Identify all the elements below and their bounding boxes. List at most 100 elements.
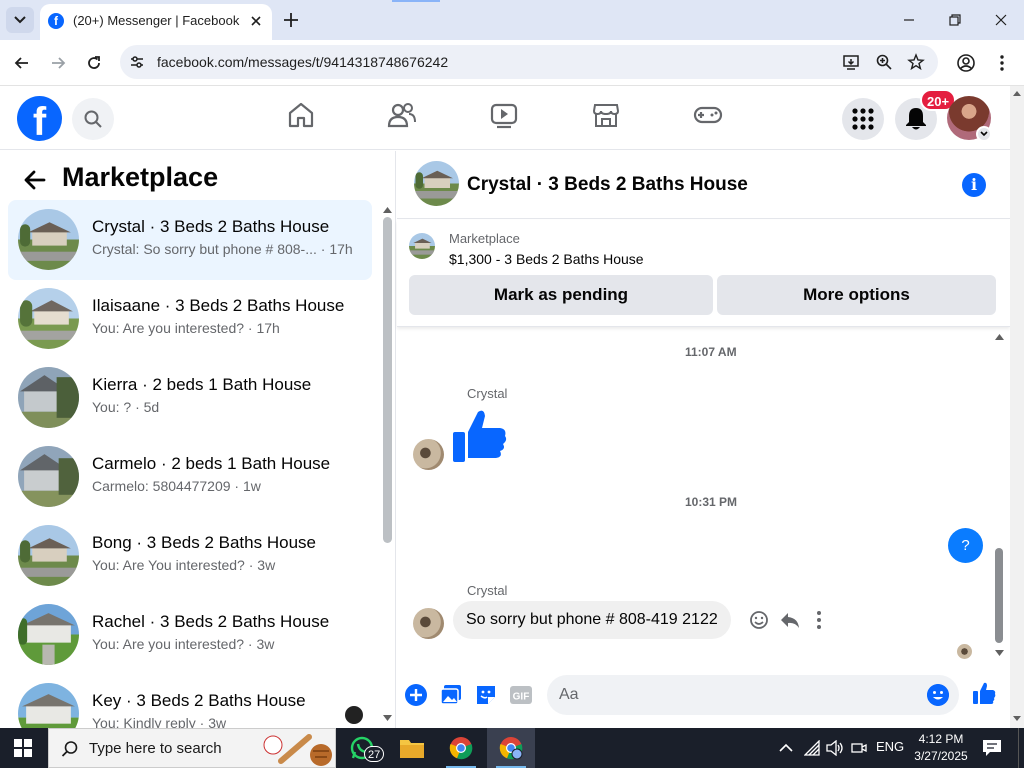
browser-tabstrip: f (20+) Messenger | Facebook [0, 0, 1024, 40]
notification-center-icon[interactable] [982, 739, 1002, 757]
baseball-doodle-icon[interactable] [261, 731, 333, 767]
show-desktop-button[interactable] [1018, 728, 1019, 768]
whatsapp-taskbar-app[interactable]: 27 [340, 728, 386, 768]
chevron-down-icon [980, 131, 988, 137]
conversation-thumbnail [18, 209, 79, 270]
listing-thumbnail[interactable] [409, 233, 435, 259]
scroll-up-arrow-icon[interactable] [1013, 91, 1021, 96]
search-button[interactable] [72, 98, 114, 140]
react-emoji-icon[interactable] [748, 609, 770, 631]
conversation-name: Bong · 3 Beds 2 Baths House [92, 533, 316, 552]
chat-panel: Crystal · 3 Beds 2 Baths House i Marketp… [397, 151, 1010, 728]
more-actions-icon[interactable] [808, 609, 830, 631]
restore-icon[interactable] [945, 10, 965, 30]
file-explorer-taskbar-app[interactable] [389, 728, 435, 768]
search-icon [84, 110, 102, 128]
conversation-row[interactable]: Bong · 3 Beds 2 Baths House You: Are You … [8, 516, 372, 596]
thumbs-up-sticker-icon[interactable] [452, 408, 508, 464]
input-language[interactable]: ENG [876, 739, 904, 754]
like-thumb-icon[interactable] [972, 681, 996, 705]
reply-icon[interactable] [779, 609, 801, 631]
conversation-row[interactable]: Carmelo · 2 beds 1 Bath House Carmelo: 58… [8, 437, 372, 517]
incoming-message[interactable]: So sorry but phone # 808-419 2122 [453, 601, 731, 639]
facebook-logo-icon[interactable]: f [17, 96, 62, 141]
browser-tab-messenger[interactable]: f (20+) Messenger | Facebook [40, 4, 272, 40]
menu-button[interactable] [842, 98, 884, 140]
sender-avatar[interactable] [413, 608, 444, 639]
marketplace-icon[interactable] [591, 100, 621, 130]
chat-header: Crystal · 3 Beds 2 Baths House i [397, 151, 1010, 219]
bell-icon [906, 108, 926, 130]
whatsapp-badge: 27 [364, 746, 385, 762]
home-icon[interactable] [286, 100, 316, 130]
add-attachment-icon[interactable] [404, 683, 428, 707]
info-icon[interactable]: i [962, 173, 986, 197]
chevron-down-icon [14, 16, 26, 24]
message-input-placeholder: Aa [559, 686, 579, 703]
more-options-button[interactable]: More options [717, 275, 996, 315]
chrome-taskbar-app[interactable] [438, 728, 484, 768]
conversation-list-scrollbar[interactable] [383, 217, 392, 543]
search-icon [61, 741, 78, 757]
scroll-up-arrow-icon[interactable] [383, 207, 392, 213]
facebook-header: f 20+ [0, 86, 1010, 150]
close-tab-icon[interactable] [248, 13, 264, 29]
back-icon[interactable] [12, 53, 32, 73]
volume-icon[interactable] [826, 740, 844, 756]
folder-icon [400, 740, 424, 758]
message-thread-scrollbar[interactable] [995, 548, 1003, 643]
video-icon[interactable] [489, 100, 519, 130]
message-thread: 11:07 AM Crystal 10:31 PM ? Crystal So s… [397, 328, 1010, 668]
friends-icon[interactable] [387, 100, 417, 130]
sender-avatar[interactable] [413, 439, 444, 470]
windows-taskbar: Type here to search 27 ENG 4:12 PM 3/27/… [0, 728, 1024, 768]
chrome-profile-taskbar-app[interactable] [487, 728, 535, 768]
outgoing-message[interactable]: ? [948, 528, 983, 563]
profile-icon[interactable] [956, 53, 976, 73]
new-tab-icon[interactable] [282, 11, 300, 29]
forward-icon[interactable] [48, 53, 68, 73]
scroll-down-arrow-icon[interactable] [995, 650, 1004, 656]
facebook-favicon-icon: f [48, 13, 64, 29]
conversation-list-panel: Marketplace Crystal · 3 Beds 2 Baths Hou… [0, 151, 396, 728]
conversation-thumbnail [18, 446, 79, 507]
meet-now-icon[interactable] [851, 740, 867, 756]
conversation-row[interactable]: Kierra · 2 beds 1 Bath House You: ? · 5d [8, 358, 372, 438]
tab-search-button[interactable] [6, 7, 34, 33]
conversation-row[interactable]: Crystal · 3 Beds 2 Baths House Crystal: S… [8, 200, 372, 280]
windows-start-icon[interactable] [14, 739, 32, 757]
taskbar-search-box[interactable]: Type here to search [48, 728, 336, 768]
sticker-icon[interactable] [474, 683, 498, 707]
account-chevron[interactable] [976, 126, 992, 142]
mark-as-pending-button[interactable]: Mark as pending [409, 275, 713, 315]
message-input[interactable]: Aa [547, 675, 959, 715]
conversation-row[interactable]: Rachel · 3 Beds 2 Baths House You: Are yo… [8, 595, 372, 675]
photo-icon[interactable] [439, 683, 463, 707]
gif-icon[interactable]: GIF [509, 683, 533, 707]
conversation-row[interactable]: Ilaisaane · 3 Beds 2 Baths House You: Are… [8, 279, 372, 359]
close-window-icon[interactable] [991, 10, 1011, 30]
install-app-icon[interactable] [842, 53, 860, 71]
bookmark-star-icon[interactable] [907, 53, 925, 71]
menu-kebab-icon[interactable] [992, 53, 1012, 73]
site-info-icon[interactable] [128, 53, 146, 71]
address-bar[interactable]: facebook.com/messages/t/9414318748676242 [120, 45, 938, 79]
reload-icon[interactable] [84, 53, 104, 73]
minimize-icon[interactable] [899, 10, 919, 30]
scroll-up-arrow-icon[interactable] [995, 334, 1004, 340]
conversation-name: Key · 3 Beds 2 Baths House [92, 691, 306, 710]
zoom-icon[interactable] [875, 53, 893, 71]
gaming-icon[interactable] [693, 100, 723, 130]
listing-price[interactable]: $1,300 - 3 Beds 2 Baths House [449, 251, 644, 267]
emoji-icon[interactable] [927, 684, 949, 706]
scroll-down-arrow-icon[interactable] [1013, 716, 1021, 721]
back-arrow-icon[interactable] [22, 167, 48, 193]
network-icon[interactable] [804, 740, 820, 756]
taskbar-search-placeholder: Type here to search [89, 740, 222, 757]
url-text[interactable]: facebook.com/messages/t/9414318748676242 [157, 54, 448, 70]
chat-house-thumbnail[interactable] [414, 161, 459, 206]
conversation-row[interactable]: Key · 3 Beds 2 Baths House You: Kindly re… [8, 674, 372, 728]
chevron-up-icon[interactable] [778, 742, 794, 754]
scroll-down-arrow-icon[interactable] [383, 715, 392, 721]
system-clock[interactable]: 4:12 PM 3/27/2025 [906, 731, 976, 765]
